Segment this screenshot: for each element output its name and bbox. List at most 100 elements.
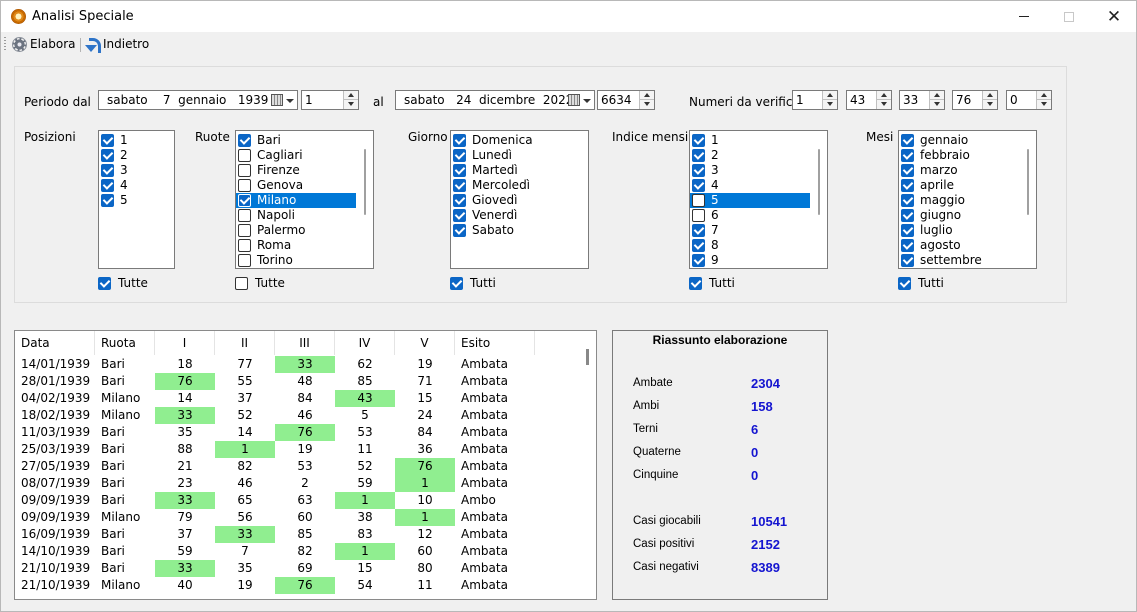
- numero-stepper-5[interactable]: 0: [1006, 90, 1052, 110]
- table-row[interactable]: 04/02/1939 Milano 14 37 84 43 15 Ambata: [15, 390, 535, 407]
- checkbox-box[interactable]: [453, 134, 466, 147]
- checkbox-box[interactable]: [101, 179, 114, 192]
- posizioni-list-item[interactable]: 5: [99, 193, 174, 208]
- column-header-7[interactable]: Esito: [455, 331, 535, 355]
- mesi-list-item[interactable]: settembre: [899, 253, 1019, 268]
- indice-scrollbar[interactable]: [810, 131, 827, 268]
- stepper-up-icon[interactable]: [983, 91, 997, 100]
- mesi-list-item[interactable]: giugno: [899, 208, 1019, 223]
- giorno-list-item[interactable]: Giovedì: [451, 193, 588, 208]
- giorno-list-item[interactable]: Sabato: [451, 223, 588, 238]
- numero-stepper-1[interactable]: 1: [792, 90, 838, 110]
- mesi-list-item[interactable]: febbraio: [899, 148, 1019, 163]
- mesi-list-item[interactable]: gennaio: [899, 133, 1019, 148]
- stepper-up-icon[interactable]: [640, 91, 654, 100]
- stepper-down-icon[interactable]: [1037, 100, 1051, 109]
- checkbox-box[interactable]: [692, 164, 705, 177]
- posizioni-tutte-checkbox[interactable]: Tutte: [98, 276, 148, 290]
- to-number-stepper[interactable]: 6634: [597, 90, 655, 110]
- ruote-list-item[interactable]: Milano: [236, 193, 356, 208]
- checkbox-box[interactable]: [901, 254, 914, 267]
- stepper-up-icon[interactable]: [823, 91, 837, 100]
- column-header-3[interactable]: II: [215, 331, 275, 355]
- checkbox-box[interactable]: [692, 239, 705, 252]
- checkbox-box[interactable]: [453, 164, 466, 177]
- checkbox-box[interactable]: [101, 194, 114, 207]
- posizioni-list-item[interactable]: 1: [99, 133, 174, 148]
- stepper-down-icon[interactable]: [877, 100, 891, 109]
- scrollbar-thumb[interactable]: [586, 349, 589, 365]
- checkbox-box[interactable]: [235, 276, 248, 290]
- checkbox-box[interactable]: [901, 239, 914, 252]
- checkbox-box[interactable]: [898, 276, 911, 290]
- table-row[interactable]: 11/03/1939 Bari 35 14 76 53 84 Ambata: [15, 424, 535, 441]
- indice-list-item[interactable]: 6: [690, 208, 810, 223]
- ruote-list-item[interactable]: Bari: [236, 133, 356, 148]
- checkbox-box[interactable]: [238, 194, 251, 207]
- table-row[interactable]: 21/10/1939 Milano 40 19 76 54 11 Ambata: [15, 577, 535, 594]
- indice-list-item[interactable]: 3: [690, 163, 810, 178]
- column-header-5[interactable]: IV: [335, 331, 395, 355]
- column-header-4[interactable]: III: [275, 331, 335, 355]
- checkbox-box[interactable]: [689, 276, 702, 290]
- checkbox-box[interactable]: [101, 149, 114, 162]
- checkbox-box[interactable]: [901, 194, 914, 207]
- checkbox-box[interactable]: [692, 149, 705, 162]
- indietro-button[interactable]: Indietro: [85, 35, 149, 53]
- giorno-list-item[interactable]: Domenica: [451, 133, 588, 148]
- mesi-listbox[interactable]: gennaio febbraio marzo aprile maggio giugno lu…: [898, 130, 1037, 269]
- giorno-list-item[interactable]: Venerdì: [451, 208, 588, 223]
- ruote-list-item[interactable]: Firenze: [236, 163, 356, 178]
- checkbox-box[interactable]: [453, 179, 466, 192]
- ruote-list-item[interactable]: Genova: [236, 178, 356, 193]
- checkbox-box[interactable]: [238, 254, 251, 267]
- scrollbar-thumb[interactable]: [818, 149, 820, 215]
- ruote-list-item[interactable]: Torino: [236, 253, 356, 268]
- checkbox-box[interactable]: [238, 209, 251, 222]
- table-row[interactable]: 27/05/1939 Bari 21 82 53 52 76 Ambata: [15, 458, 535, 475]
- checkbox-box[interactable]: [901, 134, 914, 147]
- checkbox-box[interactable]: [453, 209, 466, 222]
- checkbox-box[interactable]: [238, 239, 251, 252]
- checkbox-box[interactable]: [453, 224, 466, 237]
- table-row[interactable]: 14/10/1939 Bari 59 7 82 1 60 Ambata: [15, 543, 535, 560]
- from-number-stepper[interactable]: 1: [301, 90, 359, 110]
- giorno-list-item[interactable]: Martedì: [451, 163, 588, 178]
- numero-stepper-2[interactable]: 43: [846, 90, 892, 110]
- checkbox-box[interactable]: [901, 179, 914, 192]
- maximize-button[interactable]: [1046, 1, 1092, 32]
- numero-stepper-4[interactable]: 76: [952, 90, 998, 110]
- mesi-list-item[interactable]: maggio: [899, 193, 1019, 208]
- checkbox-box[interactable]: [901, 209, 914, 222]
- posizioni-list-item[interactable]: 4: [99, 178, 174, 193]
- table-row[interactable]: 09/09/1939 Bari 33 65 63 1 10 Ambo: [15, 492, 535, 509]
- column-header-6[interactable]: V: [395, 331, 455, 355]
- checkbox-box[interactable]: [238, 134, 251, 147]
- to-date-picker[interactable]: sabato 24 dicembre 2022: [395, 90, 595, 110]
- table-row[interactable]: 28/01/1939 Bari 76 55 48 85 71 Ambata: [15, 373, 535, 390]
- column-header-1[interactable]: Ruota: [95, 331, 155, 355]
- posizioni-list-item[interactable]: 2: [99, 148, 174, 163]
- giorno-tutti-checkbox[interactable]: Tutti: [450, 276, 496, 290]
- indice-list-item[interactable]: 2: [690, 148, 810, 163]
- checkbox-box[interactable]: [98, 276, 111, 290]
- checkbox-box[interactable]: [692, 179, 705, 192]
- ruote-list-item[interactable]: Cagliari: [236, 148, 356, 163]
- stepper-down-icon[interactable]: [823, 100, 837, 109]
- posizioni-list-item[interactable]: 3: [99, 163, 174, 178]
- stepper-up-icon[interactable]: [930, 91, 944, 100]
- stepper-up-icon[interactable]: [1037, 91, 1051, 100]
- checkbox-box[interactable]: [692, 224, 705, 237]
- indice-list-item[interactable]: 7: [690, 223, 810, 238]
- results-grid[interactable]: Data Ruota I II III IV V Esito 14/01/1939 Bari 18…: [14, 330, 597, 600]
- checkbox-box[interactable]: [450, 276, 463, 290]
- checkbox-box[interactable]: [238, 224, 251, 237]
- checkbox-box[interactable]: [453, 194, 466, 207]
- indice-list-item[interactable]: 1: [690, 133, 810, 148]
- stepper-down-icon[interactable]: [344, 100, 358, 109]
- checkbox-box[interactable]: [901, 224, 914, 237]
- stepper-down-icon[interactable]: [930, 100, 944, 109]
- checkbox-box[interactable]: [101, 164, 114, 177]
- indice-list-item[interactable]: 5: [690, 193, 810, 208]
- ruote-scrollbar[interactable]: [356, 131, 373, 268]
